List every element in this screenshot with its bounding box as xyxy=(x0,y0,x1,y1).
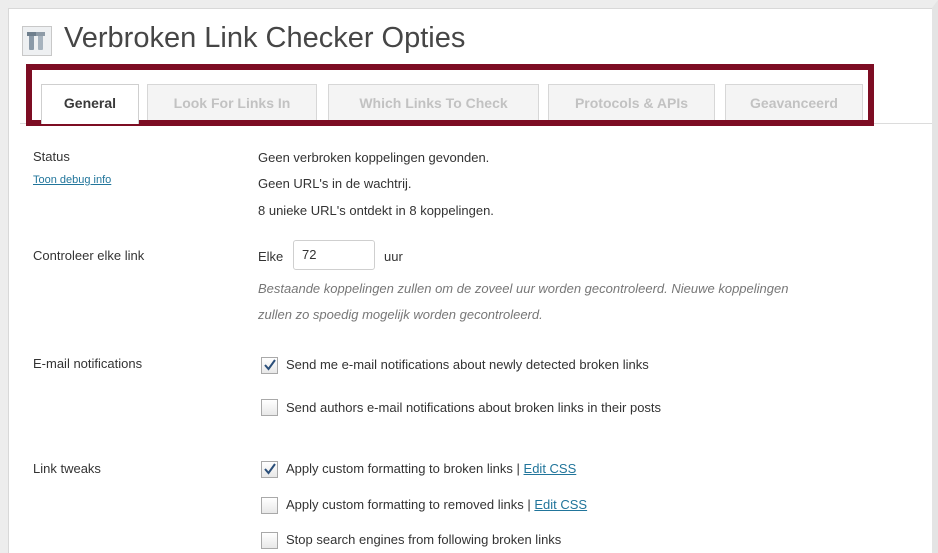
tabs-highlight-box xyxy=(26,64,874,126)
page-title: Verbroken Link Checker Opties xyxy=(64,22,466,54)
tab-general[interactable]: General xyxy=(41,84,139,124)
nofollow-label[interactable]: Stop search engines from following broke… xyxy=(286,532,561,547)
checkmark-icon xyxy=(264,359,276,371)
format-broken-row: Apply custom formatting to broken links … xyxy=(286,461,576,476)
edit-css-removed-link[interactable]: Edit CSS xyxy=(534,497,587,512)
separator: | xyxy=(516,461,520,476)
status-label: Status xyxy=(33,149,70,164)
checkmark-icon xyxy=(264,463,276,475)
check-interval-unit: uur xyxy=(384,249,403,264)
format-removed-label[interactable]: Apply custom formatting to removed links xyxy=(286,497,524,512)
status-line-queue: Geen URL's in de wachtrij. xyxy=(258,176,412,191)
separator: | xyxy=(527,497,531,512)
check-interval-description-1: Bestaande koppelingen zullen om de zovee… xyxy=(258,281,789,296)
check-interval-prefix: Elke xyxy=(258,249,284,264)
status-line-broken: Geen verbroken koppelingen gevonden. xyxy=(258,150,490,165)
notify-me-label[interactable]: Send me e-mail notifications about newly… xyxy=(286,357,649,372)
check-interval-label: Controleer elke link xyxy=(33,248,145,263)
notify-authors-label[interactable]: Send authors e-mail notifications about … xyxy=(286,400,661,415)
format-broken-checkbox[interactable] xyxy=(261,461,278,478)
notify-authors-checkbox[interactable] xyxy=(261,399,278,416)
format-broken-label[interactable]: Apply custom formatting to broken links xyxy=(286,461,513,476)
format-removed-checkbox[interactable] xyxy=(261,497,278,514)
format-removed-row: Apply custom formatting to removed links… xyxy=(286,497,587,512)
tools-icon xyxy=(22,26,52,56)
email-notifications-label: E-mail notifications xyxy=(33,356,143,371)
nofollow-checkbox[interactable] xyxy=(261,532,278,549)
check-interval-description-2: zullen zo spoedig mogelijk worden gecont… xyxy=(258,307,543,322)
link-tweaks-label: Link tweaks xyxy=(33,461,101,476)
debug-info-link[interactable]: Toon debug info xyxy=(33,174,111,186)
edit-css-broken-link[interactable]: Edit CSS xyxy=(524,461,577,476)
status-line-found: 8 unieke URL's ontdekt in 8 koppelingen. xyxy=(258,203,494,218)
notify-me-checkbox[interactable] xyxy=(261,357,278,374)
check-interval-input[interactable]: 72 xyxy=(293,240,375,270)
